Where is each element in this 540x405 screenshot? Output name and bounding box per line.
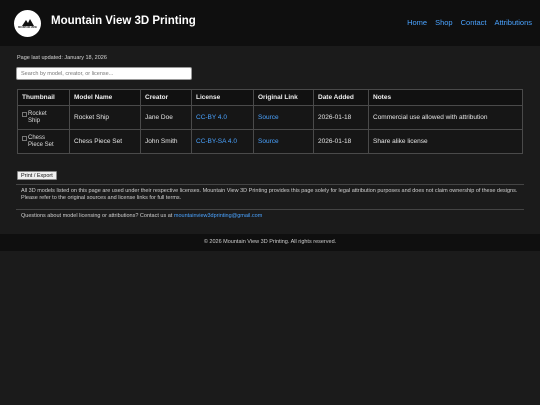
thumbnail-cell: Chess Piece Set [17,129,70,154]
divider [16,184,524,185]
site-footer: © 2026 Mountain View 3D Printing. All ri… [0,234,540,251]
table-row: Rocket Ship Rocket Ship Jane Doe CC-BY 4.… [17,105,523,130]
license-link[interactable]: CC-BY 4.0 [196,114,227,121]
divider [16,209,524,210]
broken-image-icon [22,135,27,141]
search-input[interactable] [16,67,192,80]
print-export-button[interactable]: Print / Export [17,171,57,180]
disclaimer-text: All 3D models listed on this page are us… [21,188,518,201]
thumbnail-image: Rocket Ship [22,111,65,124]
source-link[interactable]: Source [258,138,279,145]
date-added: 2026-01-18 [313,129,369,154]
main-nav: Home Shop Contact Attributions [407,18,532,27]
license-cell: CC-BY-SA 4.0 [191,129,254,154]
site-header: MOUNTAIN VIEW Mountain View 3D Printing … [0,0,540,46]
source-link[interactable]: Source [258,114,279,121]
last-updated: Page last updated: January 18, 2026 [17,55,107,61]
nav-attributions[interactable]: Attributions [494,18,532,27]
license-cell: CC-BY 4.0 [191,105,254,130]
thumbnail-image: Chess Piece Set [22,135,65,148]
mountain-icon [21,19,34,26]
model-name: Chess Piece Set [69,129,141,154]
table-header-row: Thumbnail Model Name Creator License Ori… [17,89,523,106]
logo[interactable]: MOUNTAIN VIEW [14,10,41,37]
col-thumbnail: Thumbnail [17,89,70,106]
date-added: 2026-01-18 [313,105,369,130]
col-model-name: Model Name [69,89,141,106]
col-date-added: Date Added [313,89,369,106]
broken-image-icon [22,111,27,117]
site-title: Mountain View 3D Printing [51,15,196,27]
nav-home[interactable]: Home [407,18,427,27]
creator: John Smith [140,129,192,154]
notes: Commercial use allowed with attribution [368,105,523,130]
notes: Share alike license [368,129,523,154]
nav-shop[interactable]: Shop [435,18,453,27]
col-creator: Creator [140,89,192,106]
col-license: License [191,89,254,106]
contact-line: Questions about model licensing or attri… [21,213,263,219]
table-row: Chess Piece Set Chess Piece Set John Smit… [17,129,523,154]
creator: Jane Doe [140,105,192,130]
col-notes: Notes [368,89,523,106]
source-cell: Source [253,129,314,154]
license-link[interactable]: CC-BY-SA 4.0 [196,138,237,145]
contact-email-link[interactable]: mountainview3dprinting@gmail.com [174,213,262,219]
col-original-link: Original Link [253,89,314,106]
attribution-table: Thumbnail Model Name Creator License Ori… [17,89,523,154]
thumbnail-cell: Rocket Ship [17,105,70,130]
source-cell: Source [253,105,314,130]
model-name: Rocket Ship [69,105,141,130]
logo-text: MOUNTAIN VIEW [18,27,37,29]
nav-contact[interactable]: Contact [461,18,487,27]
